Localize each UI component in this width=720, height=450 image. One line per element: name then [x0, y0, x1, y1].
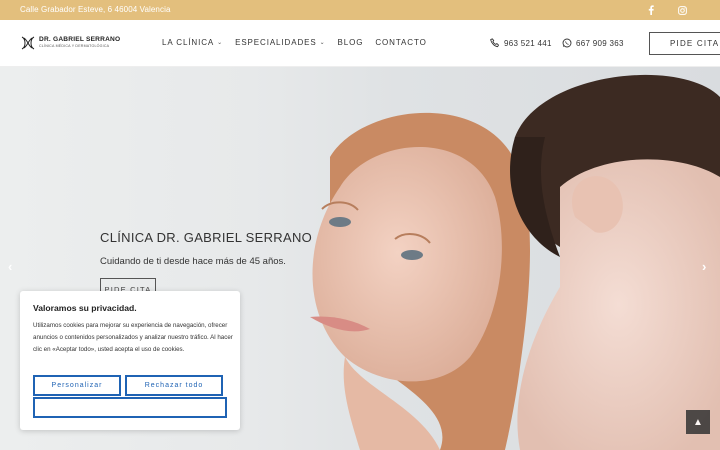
chevron-down-icon: ⌄ [319, 40, 326, 46]
hero-title: CLÍNICA DR. GABRIEL SERRANO [100, 230, 313, 245]
nav-label: CONTACTO [375, 38, 427, 47]
scroll-to-top-button[interactable]: ▲ [686, 410, 710, 434]
customize-button[interactable]: Personalizar [33, 375, 121, 396]
phone-link[interactable]: 963 521 441 [490, 38, 552, 48]
main-nav: LA CLÍNICA ⌄ ESPECIALIDADES ⌄ BLOG CONTA… [162, 38, 439, 47]
logo-mark-icon [21, 36, 35, 50]
logo-name: DR. GABRIEL SERRANO [39, 36, 121, 44]
logo-tagline: CLÍNICA MÉDICA Y DERMATOLÓGICA [39, 44, 110, 48]
address-text: Calle Grabador Esteve, 6 46004 Valencia [20, 5, 171, 14]
nav-label: LA CLÍNICA [162, 38, 215, 47]
instagram-icon[interactable] [676, 4, 688, 16]
whatsapp-number: 667 909 363 [576, 38, 624, 48]
nav-item-la-clinica[interactable]: LA CLÍNICA ⌄ [162, 38, 223, 47]
slider-prev-arrow[interactable]: ‹ [8, 259, 12, 274]
nav-label: ESPECIALIDADES [235, 38, 317, 47]
accept-all-button[interactable] [33, 397, 227, 418]
phone-number: 963 521 441 [504, 38, 552, 48]
whatsapp-link[interactable]: 667 909 363 [562, 38, 624, 48]
cookie-text: Utilizamos cookies para mejorar su exper… [33, 322, 233, 353]
pide-cita-button[interactable]: PIDE CITA [649, 32, 720, 55]
phone-icon [490, 38, 500, 48]
nav-item-blog[interactable]: BLOG [338, 38, 364, 47]
whatsapp-icon [562, 38, 572, 48]
nav-item-contacto[interactable]: CONTACTO [375, 38, 426, 47]
nav-item-especialidades[interactable]: ESPECIALIDADES ⌄ [235, 38, 325, 47]
nav-label: BLOG [337, 38, 364, 47]
facebook-icon[interactable] [645, 4, 657, 16]
reject-all-button[interactable]: Rechazar todo [125, 375, 223, 396]
top-bar: Calle Grabador Esteve, 6 46004 Valencia [0, 0, 720, 20]
slider-next-arrow[interactable]: › [702, 259, 706, 274]
chevron-up-icon: ▲ [693, 416, 703, 428]
site-logo[interactable]: DR. GABRIEL SERRANO CLÍNICA MÉDICA Y DER… [20, 35, 120, 51]
cookie-title: Valoramos su privacidad. [33, 303, 137, 313]
cookie-consent-banner: Valoramos su privacidad. Utilizamos cook… [20, 291, 240, 430]
hero-subtitle: Cuidando de ti desde hace más de 45 años… [100, 256, 286, 267]
chevron-down-icon: ⌄ [217, 40, 224, 46]
site-header: DR. GABRIEL SERRANO CLÍNICA MÉDICA Y DER… [0, 20, 720, 67]
